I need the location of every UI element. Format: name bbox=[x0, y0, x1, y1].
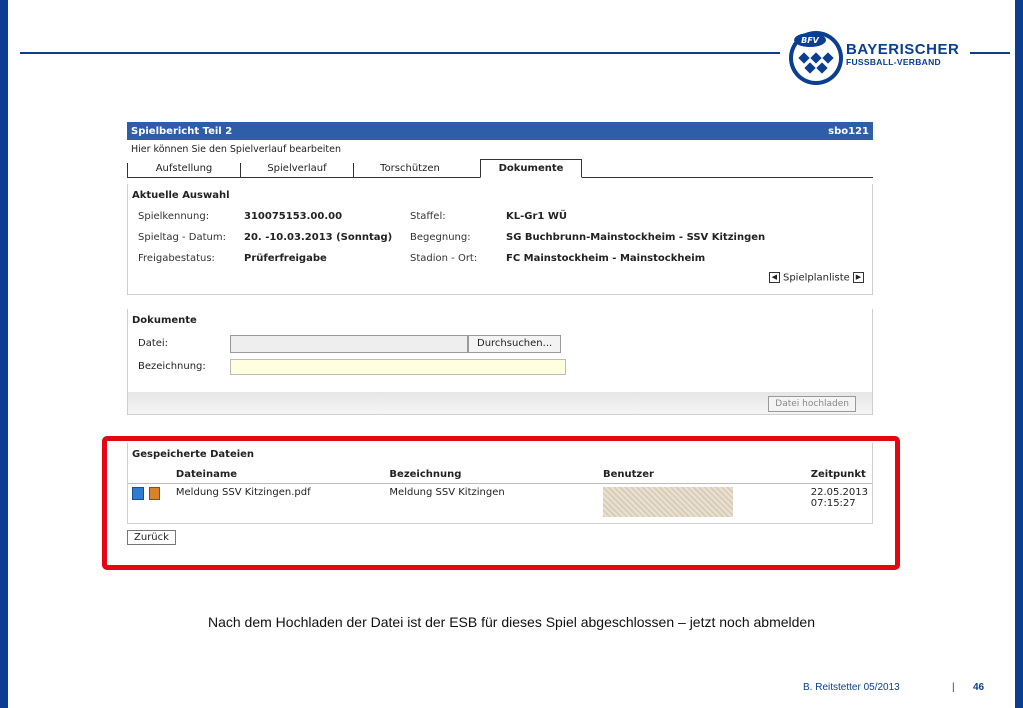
next-arrow-icon[interactable]: ▶ bbox=[853, 272, 864, 283]
selection-title: Aktuelle Auswahl bbox=[132, 190, 230, 201]
logo-title: BAYERISCHER bbox=[846, 41, 960, 58]
tab-spielverlauf[interactable]: Spielverlauf bbox=[240, 163, 353, 177]
file-input[interactable] bbox=[230, 334, 468, 353]
description-label: Bezeichnung: bbox=[138, 361, 206, 372]
selection-panel: Aktuelle Auswahl Spielkennung: 310075153… bbox=[127, 184, 873, 295]
value-spieltag: 20. -10.03.2013 (Sonntag) bbox=[244, 232, 393, 243]
label-stadion: Stadion - Ort: bbox=[410, 253, 478, 264]
label-spielkennung: Spielkennung: bbox=[138, 211, 210, 222]
label-freigabestatus: Freigabestatus: bbox=[138, 253, 215, 264]
tab-dokumente[interactable]: Dokumente bbox=[480, 159, 582, 178]
file-row: Datei: Durchsuchen... bbox=[128, 332, 872, 356]
label-spieltag: Spieltag - Datum: bbox=[138, 232, 226, 243]
value-staffel: KL-Gr1 WÜ bbox=[506, 211, 568, 222]
label-begegnung: Begegnung: bbox=[410, 232, 471, 243]
upload-button[interactable]: Datei hochladen bbox=[768, 395, 856, 412]
prev-arrow-icon[interactable]: ◀ bbox=[768, 272, 780, 283]
footer-author: B. Reitstetter 05/2013 bbox=[803, 682, 900, 693]
description-input[interactable] bbox=[230, 358, 566, 375]
highlight-box bbox=[102, 436, 900, 570]
logo-subtitle: FUSSBALL-VERBAND bbox=[846, 57, 941, 67]
documents-title: Dokumente bbox=[132, 314, 197, 326]
right-border bbox=[1015, 0, 1023, 708]
footer-separator: | bbox=[952, 682, 955, 693]
file-label: Datei: bbox=[138, 338, 169, 349]
left-border bbox=[0, 0, 8, 708]
label-staffel: Staffel: bbox=[410, 211, 446, 222]
tab-torschuetzen[interactable]: Torschützen bbox=[353, 163, 466, 177]
spielplan-link[interactable]: Spielplanliste bbox=[783, 273, 850, 284]
value-begegnung: SG Buchbrunn-Mainstockheim - SSV Kitzing… bbox=[506, 232, 766, 243]
browse-button[interactable]: Durchsuchen... bbox=[468, 334, 562, 353]
header-rule bbox=[20, 52, 780, 54]
logo-badge-text: BFV bbox=[801, 36, 820, 45]
documents-panel: Dokumente Datei: Durchsuchen... Bezeichn… bbox=[127, 308, 873, 415]
upload-bar: Datei hochladen bbox=[128, 391, 872, 414]
page-number: 46 bbox=[973, 682, 985, 693]
tab-aufstellung[interactable]: Aufstellung bbox=[127, 163, 240, 177]
value-spielkennung: 310075153.00.00 bbox=[244, 211, 343, 222]
app-code: sbo121 bbox=[828, 125, 869, 137]
value-freigabestatus: Prüferfreigabe bbox=[244, 253, 327, 264]
value-stadion: FC Mainstockheim - Mainstockheim bbox=[506, 253, 706, 264]
app-subtitle: Hier können Sie den Spielverlauf bearbei… bbox=[131, 144, 342, 155]
slide-caption: Nach dem Hochladen der Datei ist der ESB… bbox=[207, 614, 815, 630]
app-title: Spielbericht Teil 2 bbox=[131, 125, 233, 137]
app-titlebar: Spielbericht Teil 2 sbo121 bbox=[127, 122, 873, 140]
description-row: Bezeichnung: bbox=[128, 356, 872, 378]
selection-grid: Spielkennung: 310075153.00.00 Staffel: K… bbox=[128, 207, 872, 268]
spielplan-nav: ◀ Spielplanliste ▶ bbox=[128, 268, 872, 294]
tab-bar: Aufstellung Spielverlauf Torschützen Dok… bbox=[127, 157, 873, 178]
